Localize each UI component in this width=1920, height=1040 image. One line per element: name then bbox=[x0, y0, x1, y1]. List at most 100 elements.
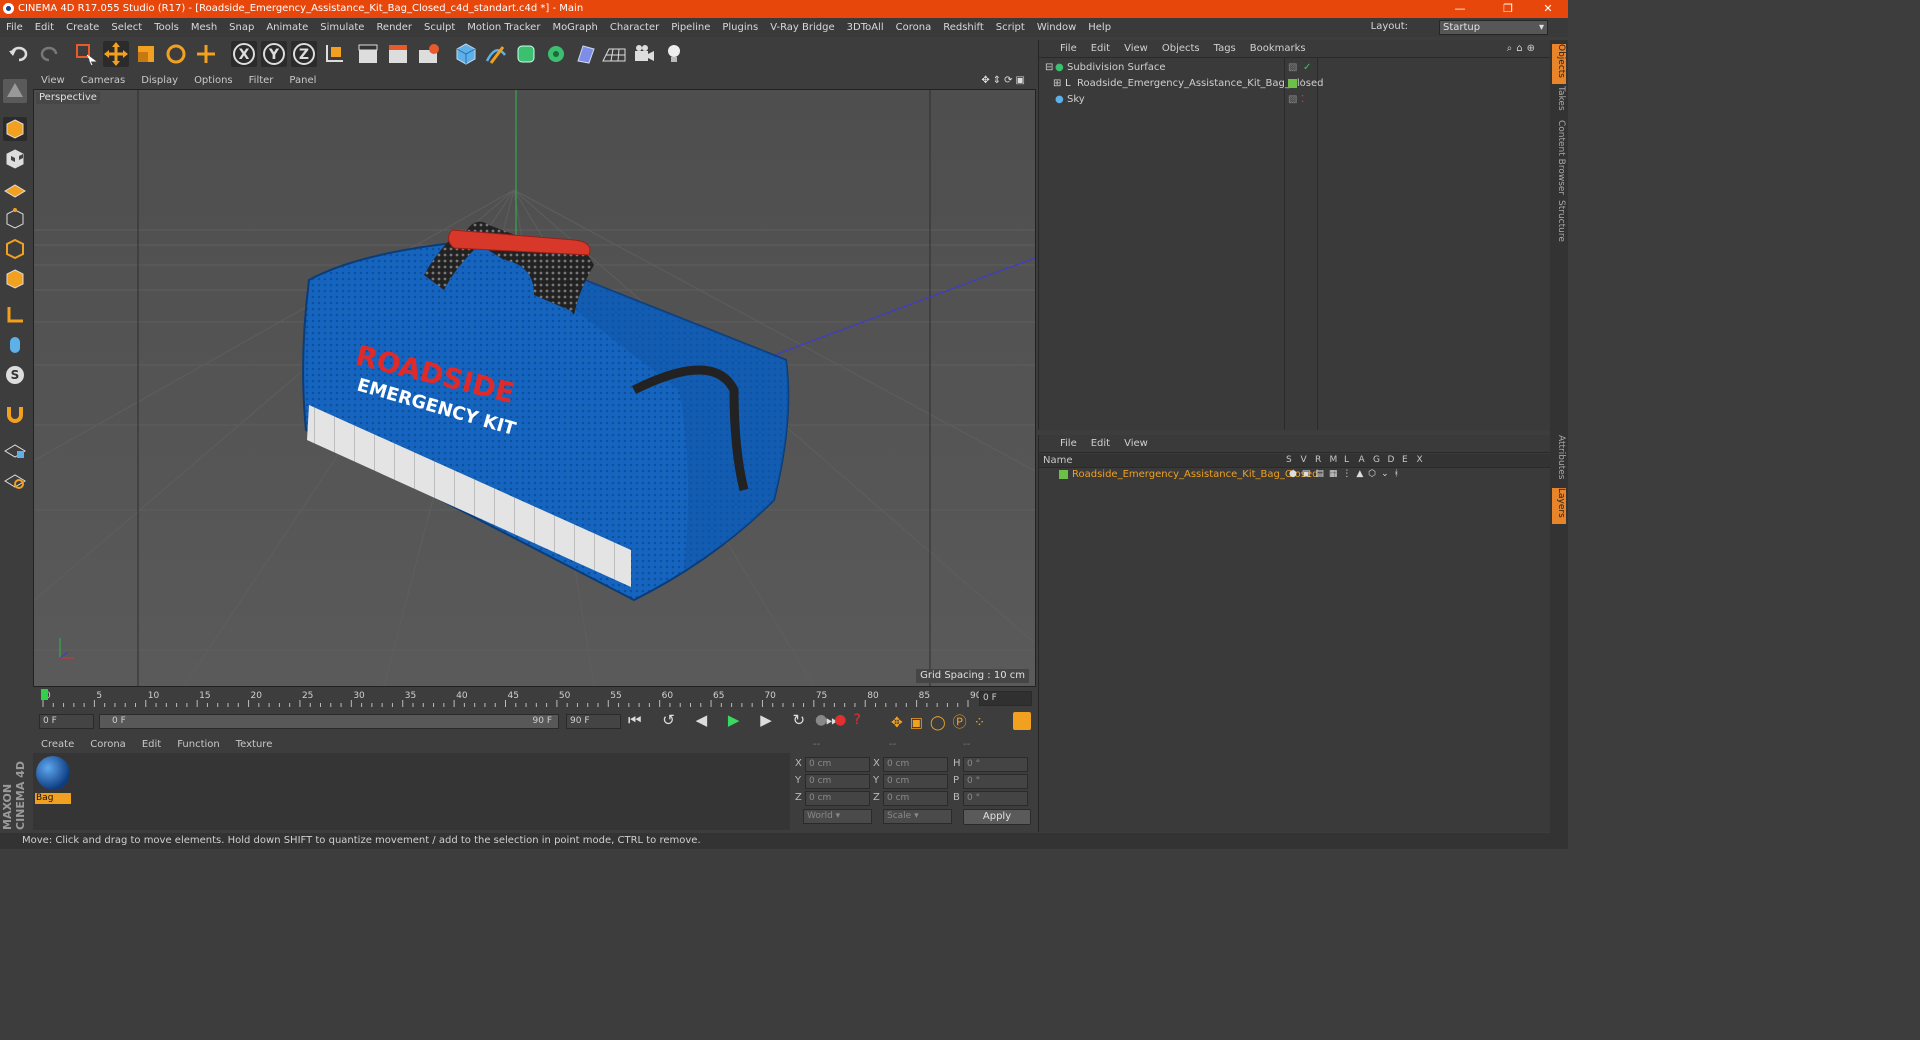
coord-mode-select[interactable]: World ▾ bbox=[803, 809, 872, 824]
coord-scale-select[interactable]: Scale ▾ bbox=[883, 809, 952, 824]
menu-script[interactable]: Script bbox=[990, 18, 1031, 37]
layer-flag-header[interactable]: G bbox=[1373, 455, 1380, 465]
menu-window[interactable]: Window bbox=[1031, 18, 1082, 37]
material-item-bag[interactable]: Bag bbox=[35, 755, 71, 804]
visibility-dots-icon[interactable]: ⁚ bbox=[1301, 76, 1304, 91]
side-tab-objects[interactable]: Objects bbox=[1552, 44, 1566, 84]
add-spline-button[interactable] bbox=[483, 41, 509, 67]
restore-button[interactable]: ❐ bbox=[1488, 1, 1528, 17]
camera-label[interactable]: Perspective bbox=[36, 92, 100, 104]
undo-button[interactable] bbox=[6, 41, 32, 67]
layer-color-swatch[interactable] bbox=[1288, 79, 1297, 88]
layer-menu-file[interactable]: File bbox=[1053, 435, 1084, 452]
tree-expand-icon[interactable]: ⊞ bbox=[1053, 76, 1061, 91]
coordinate-system-button[interactable] bbox=[321, 41, 347, 67]
layer-flag-header[interactable]: L bbox=[1344, 455, 1349, 465]
side-tab-takes[interactable]: Takes bbox=[1552, 86, 1566, 116]
viewport-nav-icons[interactable]: ✥⇕⟳▣ bbox=[981, 72, 1028, 89]
object-row-bag[interactable]: ⊞ L Roadside_Emergency_Assistance_Kit_Ba… bbox=[1039, 76, 1550, 91]
material-menu-corona[interactable]: Corona bbox=[82, 737, 134, 753]
lock-x-button[interactable]: X bbox=[231, 41, 257, 67]
model-mode-button[interactable] bbox=[3, 117, 27, 141]
menu-motion-tracker[interactable]: Motion Tracker bbox=[461, 18, 546, 37]
layer-row-bag[interactable]: Roadside_Emergency_Assistance_Kit_Bag_Cl… bbox=[1039, 467, 1550, 482]
object-search-icons[interactable]: ⌕⌂⊕ bbox=[1500, 40, 1546, 57]
side-tab-structure[interactable]: Structure bbox=[1552, 200, 1566, 245]
side-tab-content-browser[interactable]: Content Browser bbox=[1552, 120, 1566, 200]
menu-character[interactable]: Character bbox=[604, 18, 665, 37]
layer-flag-header[interactable]: S bbox=[1286, 455, 1292, 465]
visibility-dots-icon[interactable]: ⁚ bbox=[1301, 92, 1304, 107]
layer-menu-edit[interactable]: Edit bbox=[1084, 435, 1117, 452]
coord-rotation-field[interactable]: 0 ° bbox=[963, 791, 1028, 806]
side-tab-layers[interactable]: Layers bbox=[1552, 488, 1566, 524]
layer-flag-header[interactable]: E bbox=[1402, 455, 1408, 465]
polygons-mode-button[interactable] bbox=[3, 267, 27, 291]
menu-vray-bridge[interactable]: V-Ray Bridge bbox=[764, 18, 840, 37]
scale-tool-button[interactable] bbox=[133, 41, 159, 67]
enabled-check-icon[interactable]: ✓ bbox=[1303, 60, 1311, 75]
edges-mode-button[interactable] bbox=[3, 237, 27, 261]
menu-mesh[interactable]: Mesh bbox=[185, 18, 223, 37]
recent-tool-button[interactable] bbox=[193, 41, 219, 67]
coord-size-field[interactable]: 0 cm bbox=[883, 774, 948, 789]
points-mode-button[interactable] bbox=[3, 207, 27, 231]
menu-file[interactable]: File bbox=[0, 18, 29, 37]
lock-z-button[interactable]: Z bbox=[291, 41, 317, 67]
end-frame-field[interactable]: 90 F bbox=[566, 714, 621, 729]
layer-color-swatch[interactable] bbox=[1059, 470, 1068, 479]
add-generator-button[interactable] bbox=[513, 41, 539, 67]
snap-button[interactable]: S bbox=[3, 363, 27, 387]
menu-redshift[interactable]: Redshift bbox=[937, 18, 990, 37]
add-mograph-button[interactable] bbox=[543, 41, 569, 67]
menu-sculpt[interactable]: Sculpt bbox=[418, 18, 461, 37]
menu-edit[interactable]: Edit bbox=[29, 18, 60, 37]
tree-collapse-icon[interactable]: ⊟ bbox=[1045, 60, 1053, 75]
layer-flag-header[interactable]: V bbox=[1301, 455, 1307, 465]
layer-menu-view[interactable]: View bbox=[1117, 435, 1155, 452]
menu-corona[interactable]: Corona bbox=[890, 18, 938, 37]
menu-snap[interactable]: Snap bbox=[223, 18, 260, 37]
layer-flag-header[interactable]: A bbox=[1359, 455, 1365, 465]
texture-mode-button[interactable] bbox=[3, 147, 27, 171]
coord-position-field[interactable]: 0 cm bbox=[805, 791, 870, 806]
minimize-button[interactable]: — bbox=[1440, 1, 1480, 17]
object-menu-edit[interactable]: Edit bbox=[1084, 40, 1117, 57]
frame-range-slider[interactable]: 0 F 90 F bbox=[99, 714, 559, 729]
viewport-menu-cameras[interactable]: Cameras bbox=[73, 72, 133, 89]
coord-position-field[interactable]: 0 cm bbox=[805, 774, 870, 789]
magnet-button[interactable] bbox=[3, 401, 27, 425]
menu-create[interactable]: Create bbox=[60, 18, 105, 37]
coord-size-field[interactable]: 0 cm bbox=[883, 791, 948, 806]
menu-pipeline[interactable]: Pipeline bbox=[665, 18, 716, 37]
playhead[interactable] bbox=[41, 689, 48, 700]
timeline-ruler[interactable]: 051015202530354045505560657075808590 0 F bbox=[33, 688, 1034, 708]
layer-flag-header[interactable]: X bbox=[1417, 455, 1423, 465]
perspective-viewport[interactable]: ROADSIDE EMERGENCY KIT Perspective Grid … bbox=[33, 89, 1036, 687]
render-view-button[interactable] bbox=[355, 41, 381, 67]
side-tab-attributes[interactable]: Attributes bbox=[1552, 435, 1566, 485]
menu-render[interactable]: Render bbox=[370, 18, 418, 37]
rotate-tool-button[interactable] bbox=[163, 41, 189, 67]
record-buttons[interactable]: ●●? bbox=[815, 712, 868, 728]
menu-animate[interactable]: Animate bbox=[260, 18, 314, 37]
menu-tools[interactable]: Tools bbox=[148, 18, 185, 37]
object-menu-view[interactable]: View bbox=[1117, 40, 1155, 57]
layout-select[interactable]: Startup ▾ bbox=[1439, 20, 1548, 35]
object-menu-file[interactable]: File bbox=[1053, 40, 1084, 57]
apply-button[interactable]: Apply bbox=[963, 809, 1031, 825]
workplane-mode-button[interactable] bbox=[3, 177, 27, 201]
viewport-menu-panel[interactable]: Panel bbox=[281, 72, 324, 89]
add-floor-button[interactable] bbox=[601, 41, 627, 67]
viewport-menu-options[interactable]: Options bbox=[186, 72, 241, 89]
material-menu-edit[interactable]: Edit bbox=[134, 737, 169, 753]
coord-rotation-field[interactable]: 0 ° bbox=[963, 757, 1028, 772]
material-menu-create[interactable]: Create bbox=[33, 737, 82, 753]
object-menu-bookmarks[interactable]: Bookmarks bbox=[1243, 40, 1313, 57]
coord-position-field[interactable]: 0 cm bbox=[805, 757, 870, 772]
close-button[interactable]: ✕ bbox=[1528, 1, 1568, 17]
menu-3dtoall[interactable]: 3DToAll bbox=[841, 18, 890, 37]
object-menu-tags[interactable]: Tags bbox=[1207, 40, 1243, 57]
render-settings-button[interactable] bbox=[415, 41, 441, 67]
viewport-menu-display[interactable]: Display bbox=[133, 72, 186, 89]
